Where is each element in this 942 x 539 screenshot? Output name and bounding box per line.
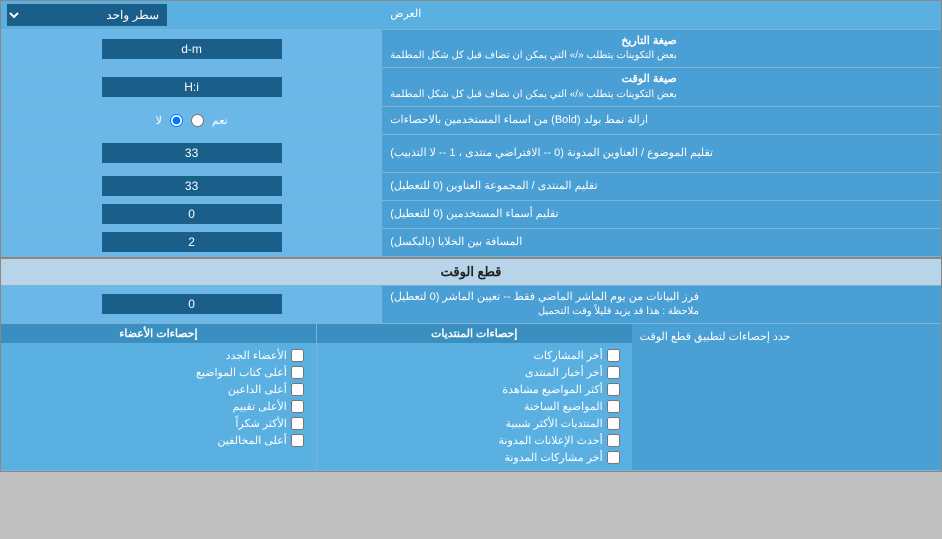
bold-label-cell: ازالة نمط بولد (Bold) من اسماء المستخدمي… [382,107,941,134]
cutoff-input-cell [1,286,382,323]
cutoff-input[interactable] [102,294,282,314]
gap-input-cell [1,229,382,256]
forum-trim-row: تقليم المنتدى / المجموعة العناوين (0 للت… [1,173,941,201]
time-format-input[interactable] [102,77,282,97]
bold-yes-label: نعم [212,114,228,127]
display-select[interactable]: سطر واحد سطرين ثلاثة أسطر [7,4,167,26]
bold-radio-cell: نعم لا [1,107,382,134]
col2-header: إحصاءات الأعضاء [1,324,316,343]
bold-no-radio[interactable] [170,114,183,127]
cb-top-topic-writers[interactable] [291,366,304,379]
date-format-input-cell [1,30,382,67]
topics-trim-label: تقليم الموضوع / العناوين المدونة (0 -- ا… [382,135,941,172]
users-trim-row: تقليم أسماء المستخدمين (0 للتعطيل) [1,201,941,229]
cb-latest-announcements[interactable] [607,434,620,447]
cb-last-blog-posts[interactable] [607,451,620,464]
bold-row: ازالة نمط بولد (Bold) من اسماء المستخدمي… [1,107,941,135]
display-label: العرض [382,1,941,29]
cb-top-violators[interactable] [291,434,304,447]
date-format-label-cell: صيغة التاريخ بعض التكوينات يتطلب «/» الت… [382,30,941,67]
forum-trim-input[interactable] [102,176,282,196]
time-format-row: صيغة الوقت بعض التكوينات يتطلب «/» التي … [1,68,941,106]
cb-last-posts[interactable] [607,349,620,362]
stats-limit-label: حدد إحصاءات لتطبيق قطع الوقت [632,324,941,470]
display-row: العرض سطر واحد سطرين ثلاثة أسطر [1,1,941,30]
cb-popular-forums[interactable] [607,417,620,430]
cb-last-news[interactable] [607,366,620,379]
forum-trim-input-cell [1,173,382,200]
time-format-label-cell: صيغة الوقت بعض التكوينات يتطلب «/» التي … [382,68,941,105]
cutoff-label-cell: فرز البيانات من يوم الماشر الماضي فقط --… [382,286,941,323]
display-select-cell: سطر واحد سطرين ثلاثة أسطر [1,1,382,29]
cb-most-thankful[interactable] [291,417,304,430]
topics-trim-input-cell [1,135,382,172]
forum-trim-label: تقليم المنتدى / المجموعة العناوين (0 للت… [382,173,941,200]
time-format-input-cell [1,68,382,105]
bold-yes-radio[interactable] [191,114,204,127]
topics-trim-input[interactable] [102,143,282,163]
cb-hot-topics[interactable] [607,400,620,413]
users-trim-label: تقليم أسماء المستخدمين (0 للتعطيل) [382,201,941,228]
users-trim-input[interactable] [102,204,282,224]
cb-top-rated[interactable] [291,400,304,413]
cb-new-members[interactable] [291,349,304,362]
gap-row: المسافة بين الخلايا (بالبكسل) [1,229,941,257]
cutoff-row: فرز البيانات من يوم الماشر الماضي فقط --… [1,286,941,324]
users-trim-input-cell [1,201,382,228]
gap-label: المسافة بين الخلايا (بالبكسل) [382,229,941,256]
date-format-input[interactable] [102,39,282,59]
col1-checkboxes: أخر المشاركات أخر أخبار المنتدى أكثر الم… [316,343,632,470]
date-format-row: صيغة التاريخ بعض التكوينات يتطلب «/» الت… [1,30,941,68]
cb-top-inviters[interactable] [291,383,304,396]
stats-checkboxes-row: حدد إحصاءات لتطبيق قطع الوقت إحصاءات الم… [1,324,941,471]
col2-checkboxes: الأعضاء الجدد أعلى كتاب المواضيع أعلى ال… [1,343,316,470]
topics-trim-row: تقليم الموضوع / العناوين المدونة (0 -- ا… [1,135,941,173]
stats-checkboxes-area: إحصاءات المنتديات إحصاءات الأعضاء أخر ال… [1,324,632,470]
cb-most-viewed[interactable] [607,383,620,396]
col1-header: إحصاءات المنتديات [316,324,632,343]
cutoff-section-header: قطع الوقت [1,257,941,286]
bold-no-label: لا [156,114,162,127]
gap-input[interactable] [102,232,282,252]
